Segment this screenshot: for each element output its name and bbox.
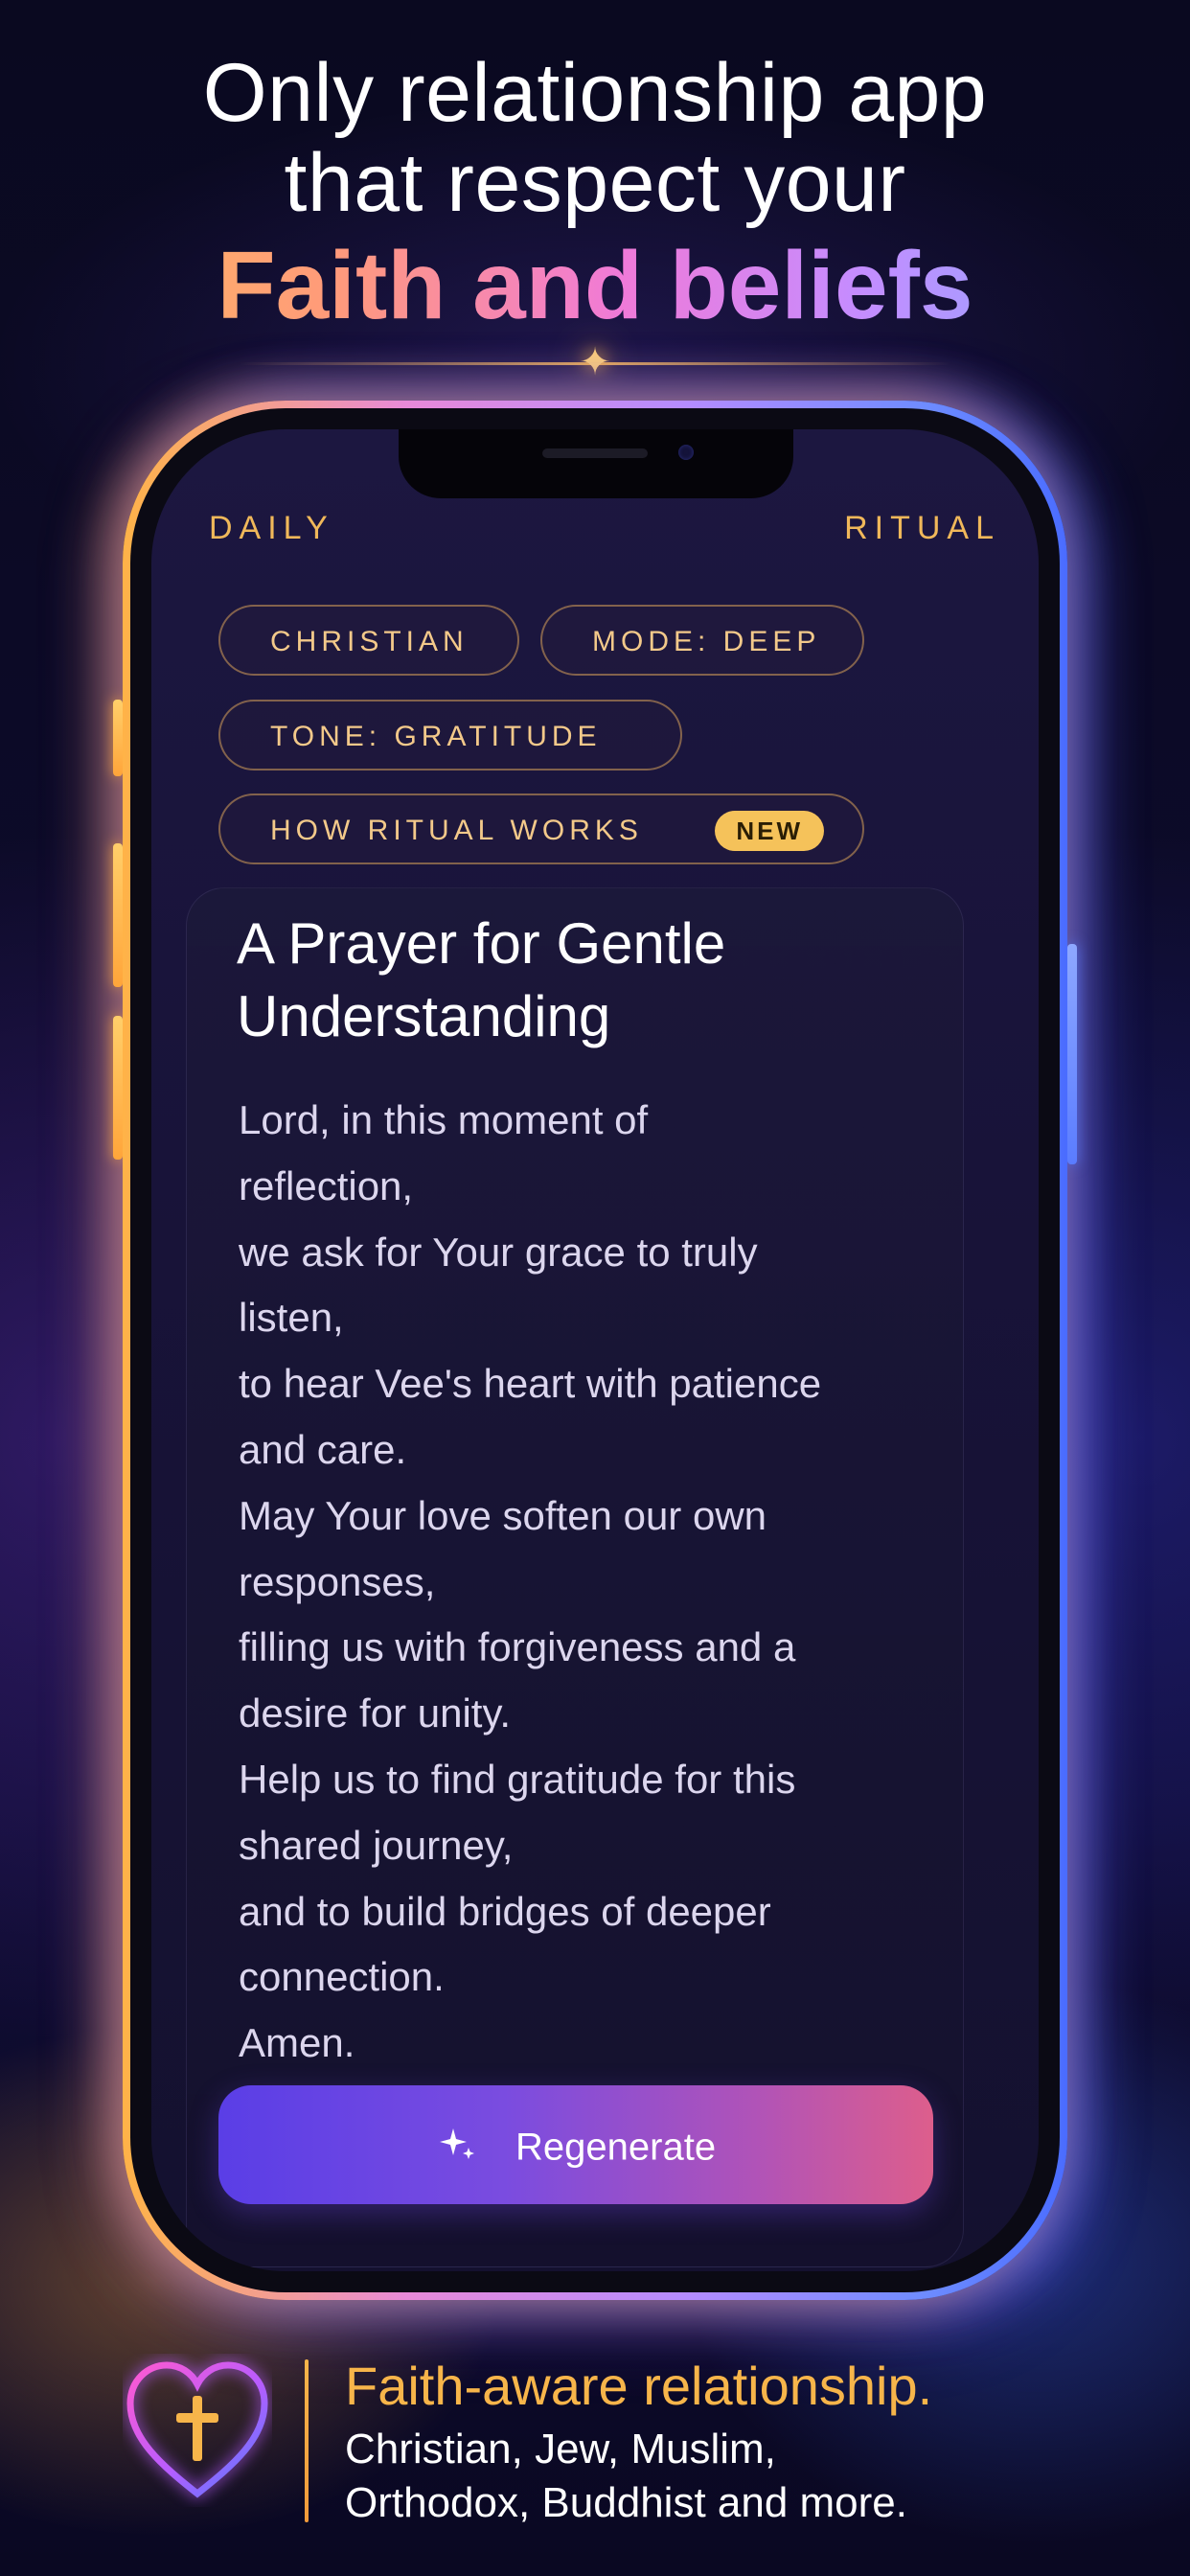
phone-body: DAILY RITUAL CHRISTIAN MODE: DEEP TONE: … (130, 408, 1060, 2292)
prayer-line: we ask for Your grace to truly (239, 1229, 758, 1275)
regenerate-button[interactable]: Regenerate (218, 2085, 933, 2204)
prayer-line: and to build bridges of deeper (239, 1888, 771, 1934)
headline: Only relationship app that respect your … (0, 48, 1190, 339)
prayer-card: A Prayer for Gentle Understanding Lord, … (186, 887, 964, 2267)
regenerate-label: Regenerate (515, 2126, 717, 2169)
prayer-line: shared journey, (239, 1822, 514, 1868)
sparkle-star-icon: ✦ (579, 341, 611, 383)
front-camera (678, 445, 694, 460)
prayer-line: and care. (239, 1426, 407, 1472)
header-ritual: RITUAL (844, 510, 1000, 546)
prayer-line: connection. (239, 1954, 445, 2000)
prayer-line: filling us with forgiveness and a (239, 1624, 796, 1670)
prayer-line: Lord, in this moment of (239, 1097, 649, 1142)
chip-how-label: HOW RITUAL WORKS (270, 815, 643, 846)
chip-mode[interactable]: MODE: DEEP (540, 605, 864, 676)
header-daily: DAILY (209, 510, 334, 546)
chip-how-ritual-works[interactable]: HOW RITUAL WORKS NEW (218, 794, 864, 864)
volume-down-button (113, 1016, 123, 1160)
chip-tone[interactable]: TONE: GRATITUDE (218, 700, 682, 770)
prayer-line: responses, (239, 1558, 436, 1604)
sparkles-icon (439, 2128, 474, 2160)
headline-line-2: that respect your (284, 137, 906, 229)
volume-up-button (113, 843, 123, 987)
phone-frame: DAILY RITUAL CHRISTIAN MODE: DEEP TONE: … (123, 401, 1067, 2300)
power-button (1067, 944, 1077, 1164)
chip-christian[interactable]: CHRISTIAN (218, 605, 519, 676)
mute-switch (113, 700, 123, 776)
prayer-line: Amen. (239, 2020, 355, 2066)
footer-faith-list: Christian, Jew, Muslim, Orthodox, Buddhi… (345, 2423, 1131, 2530)
footer-line-1: Christian, Jew, Muslim, (345, 2426, 776, 2472)
footer-divider (305, 2359, 309, 2522)
prayer-line: reflection, (239, 1162, 414, 1208)
prayer-text: Lord, in this moment of reflection, we a… (239, 1088, 938, 2077)
prayer-title: A Prayer for Gentle Understanding (237, 911, 726, 1048)
prayer-line: May Your love soften our own (239, 1492, 767, 1538)
earpiece-speaker (542, 448, 648, 458)
phone-screen: DAILY RITUAL CHRISTIAN MODE: DEEP TONE: … (151, 429, 1039, 2271)
footer-line-2: Orthodox, Buddhist and more. (345, 2479, 907, 2526)
headline-accent: Faith and beliefs (0, 232, 1190, 339)
prayer-line: to hear Vee's heart with patience (239, 1361, 822, 1407)
footer-title: Faith-aware relationship. (345, 2356, 933, 2416)
prayer-line: listen, (239, 1295, 344, 1341)
new-badge: NEW (715, 811, 824, 851)
headline-line-1: Only relationship app (202, 47, 988, 139)
prayer-line: desire for unity. (239, 1690, 512, 1736)
notch (399, 429, 793, 498)
prayer-line: Help us to find gratitude for this (239, 1756, 796, 1802)
heart-cross-icon (126, 2361, 268, 2498)
